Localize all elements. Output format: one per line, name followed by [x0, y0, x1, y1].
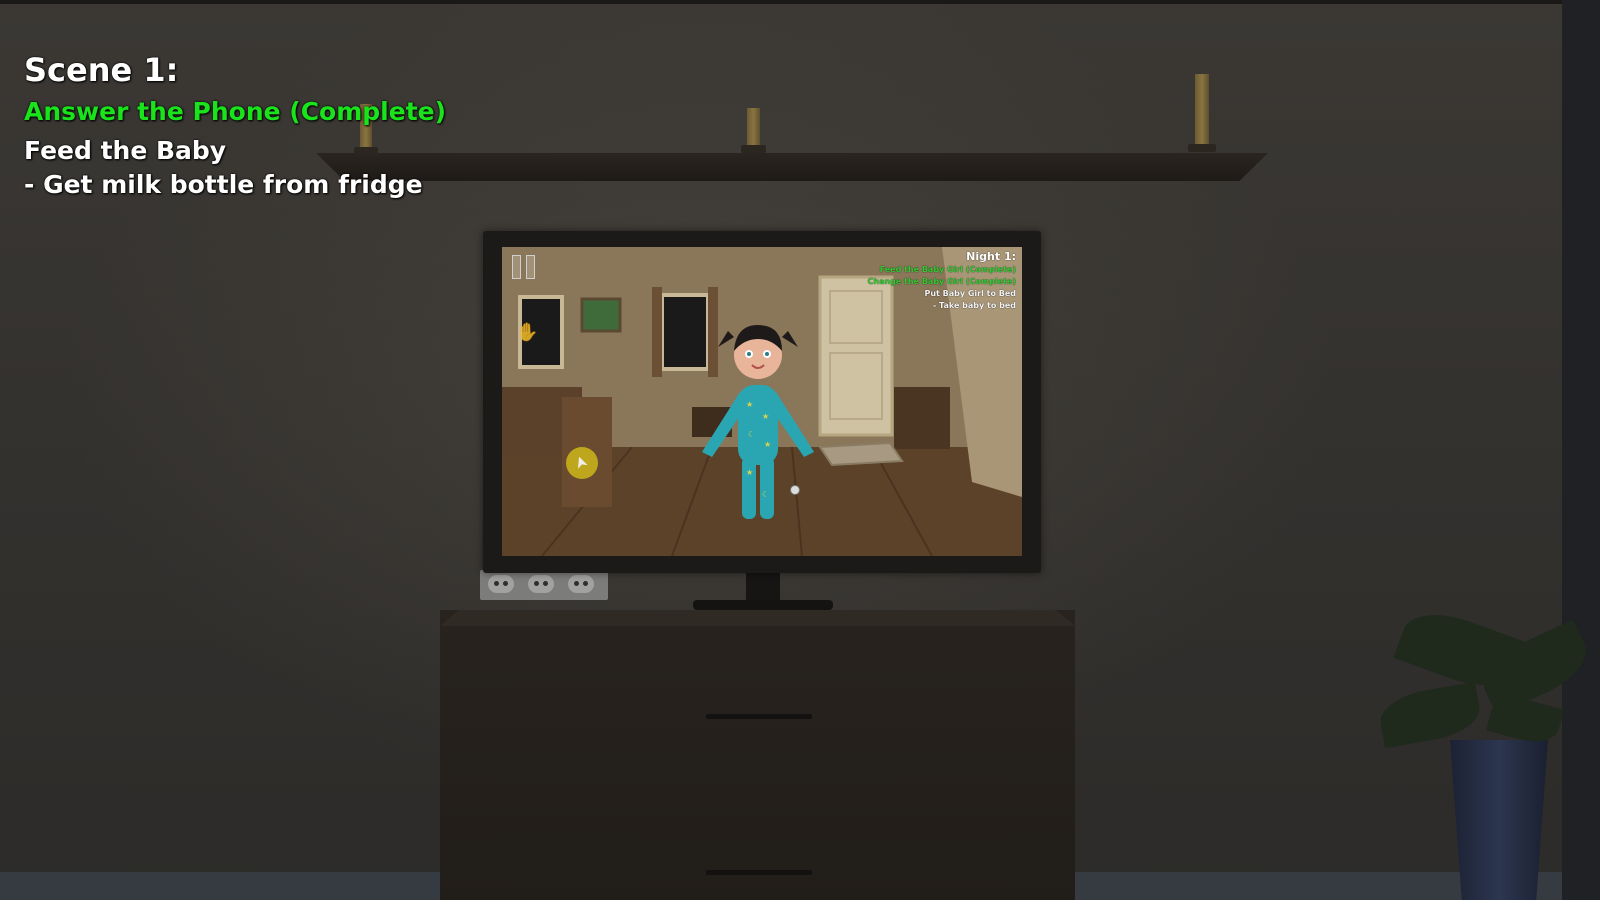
plant-pot	[1450, 740, 1548, 900]
svg-text:☾: ☾	[762, 490, 769, 499]
svg-text:★: ★	[762, 412, 769, 421]
power-socket	[568, 575, 594, 593]
tv-objective-complete: Feed the Baby Girl (Complete)	[879, 265, 1016, 274]
ceiling-edge	[0, 0, 1600, 4]
tv-scene-title: Night 1:	[966, 250, 1016, 263]
tv-screen: ★ ★ ☾ ★ ★ ☾ ✋ Night 1: Feed the Baby Girl (C…	[502, 247, 1022, 556]
tv-stand-neck	[746, 573, 780, 603]
cursor-icon	[566, 447, 598, 479]
power-strip	[480, 570, 608, 600]
completed-objective: Answer the Phone (Complete)	[24, 97, 447, 126]
wall-shelf	[316, 153, 1268, 181]
tv-cabinet	[440, 610, 1075, 900]
svg-text:★: ★	[746, 468, 753, 477]
candle-right	[1195, 74, 1209, 146]
power-socket	[528, 575, 554, 593]
tv-stand-base	[693, 600, 833, 610]
svg-text:☾: ☾	[748, 430, 755, 439]
pause-icon[interactable]	[512, 255, 536, 279]
objectives-hud: Scene 1: Answer the Phone (Complete) Fee…	[24, 50, 446, 202]
crosshair-icon	[790, 485, 800, 495]
drawer-handle-top	[706, 714, 812, 719]
tv-objective-sub: - Take baby to bed	[932, 301, 1016, 310]
candle-middle	[747, 108, 760, 148]
scene-title: Scene 1:	[24, 51, 179, 89]
tv-objective-current: Put Baby Girl to Bed	[924, 289, 1016, 298]
power-socket	[488, 575, 514, 593]
tv-objectives-panel: Night 1: Feed the Baby Girl (Complete) C…	[868, 250, 1017, 312]
candle-holder-right	[1188, 144, 1216, 152]
tv-objective-complete: Change the Baby Girl (Complete)	[867, 277, 1017, 286]
tv-cabinet-top	[440, 610, 1075, 626]
svg-text:★: ★	[746, 400, 753, 409]
svg-text:★: ★	[764, 440, 771, 449]
sub-objective: - Get milk bottle from fridge	[24, 170, 423, 199]
side-wall	[1562, 0, 1600, 900]
current-objective: Feed the Baby	[24, 136, 227, 165]
hand-icon: ✋	[516, 322, 539, 343]
drawer-handle-bottom	[706, 870, 812, 875]
candle-holder-middle	[741, 145, 766, 153]
